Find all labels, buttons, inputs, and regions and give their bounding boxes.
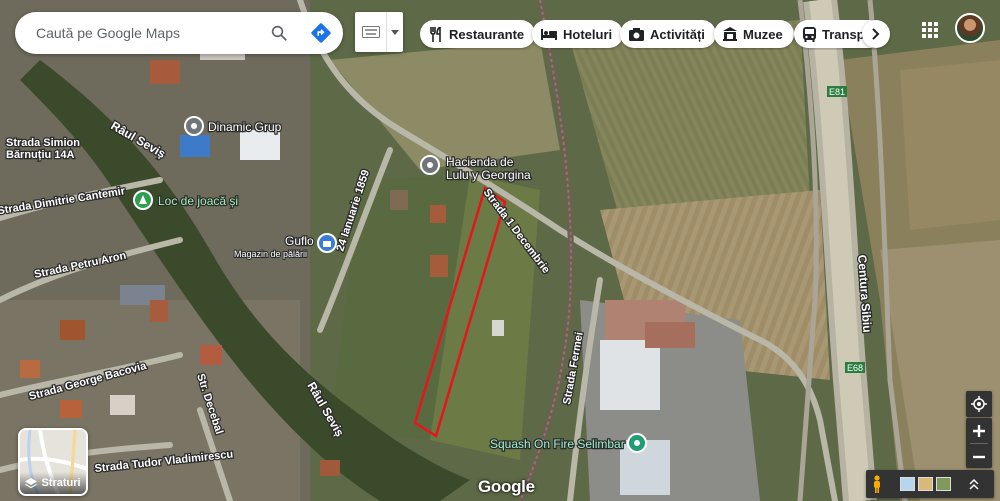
imagery-thumb[interactable] <box>918 477 933 491</box>
location-target-icon <box>971 396 987 412</box>
bus-icon <box>803 26 816 42</box>
chip-label: Hoteluri <box>563 26 613 42</box>
input-tools-dropdown[interactable] <box>387 12 403 52</box>
chip-activities[interactable]: Activități <box>620 20 716 48</box>
museum-icon <box>723 27 737 41</box>
search-box <box>15 12 343 54</box>
pegman-button[interactable] <box>866 470 888 498</box>
zoom-in-button[interactable] <box>966 418 992 443</box>
chip-museums[interactable]: Muzee <box>714 20 794 48</box>
place-playground[interactable]: Loc de joacă și <box>133 190 239 210</box>
bed-icon <box>541 29 557 40</box>
expand-strip-button[interactable] <box>965 470 983 498</box>
caret-down-icon <box>391 29 399 35</box>
camera-icon <box>629 27 644 41</box>
place-label: Magazin de pălării <box>234 249 307 259</box>
category-chips: Restaurante Hoteluri Activități Muzee Tr… <box>420 20 890 50</box>
plus-icon <box>973 424 985 437</box>
place-label: Squash On Fire Selimbar <box>490 437 625 451</box>
account-avatar[interactable] <box>955 13 985 43</box>
search-icon <box>271 25 287 41</box>
chip-label: Restaurante <box>449 26 525 42</box>
search-input[interactable] <box>36 13 259 53</box>
place-label: Guflo <box>285 234 314 248</box>
chip-label: Muzee <box>743 26 783 42</box>
keyboard-button[interactable] <box>355 12 387 52</box>
layers-label-row: Straturi <box>20 472 86 494</box>
place-label: Dinamic Grup <box>208 120 282 134</box>
street-label: Bărnuțiu 14A <box>6 149 75 161</box>
place-label: Loc de joacă și <box>158 194 238 208</box>
route-shield-e68: E68 <box>847 363 863 373</box>
chip-restaurants[interactable]: Restaurante <box>420 20 536 48</box>
route-shield-e81: E81 <box>829 87 845 97</box>
keyboard-icon <box>361 26 380 38</box>
place-dinamic-grup[interactable]: Dinamic Grup <box>184 116 283 136</box>
chip-hotels[interactable]: Hoteluri <box>532 20 624 48</box>
minus-icon <box>973 455 985 458</box>
apps-button[interactable] <box>916 16 944 44</box>
chip-label: Activități <box>650 26 705 42</box>
zoom-controls <box>966 418 992 468</box>
imagery-strip <box>866 470 994 498</box>
layers-label: Straturi <box>41 477 81 489</box>
fork-knife-icon <box>430 26 441 42</box>
directions-button[interactable] <box>299 13 343 53</box>
search-button[interactable] <box>259 13 299 53</box>
directions-icon <box>311 23 331 43</box>
satellite-map[interactable]: Strada Simion Bărnuțiu 14A Râul Seviș St… <box>0 0 1000 501</box>
input-tools <box>355 12 403 52</box>
imagery-thumb[interactable] <box>900 477 915 491</box>
chevron-up-double-icon <box>969 478 979 490</box>
zoom-out-button[interactable] <box>966 444 992 469</box>
layers-button[interactable]: Straturi <box>18 428 88 496</box>
street-label: Strada Simion <box>6 137 80 149</box>
chips-next-button[interactable] <box>862 20 890 48</box>
place-label: Lulu y Georgina <box>446 168 531 182</box>
apps-grid-icon <box>922 22 938 38</box>
place-label: Hacienda de <box>446 155 514 169</box>
place-squash[interactable]: Squash On Fire Selimbar <box>489 433 647 453</box>
google-logo: Google <box>478 477 535 496</box>
my-location-button[interactable] <box>966 391 992 417</box>
imagery-thumb[interactable] <box>936 477 951 491</box>
layers-icon <box>25 477 38 488</box>
chevron-right-icon <box>872 28 880 40</box>
pegman-icon <box>874 475 880 493</box>
